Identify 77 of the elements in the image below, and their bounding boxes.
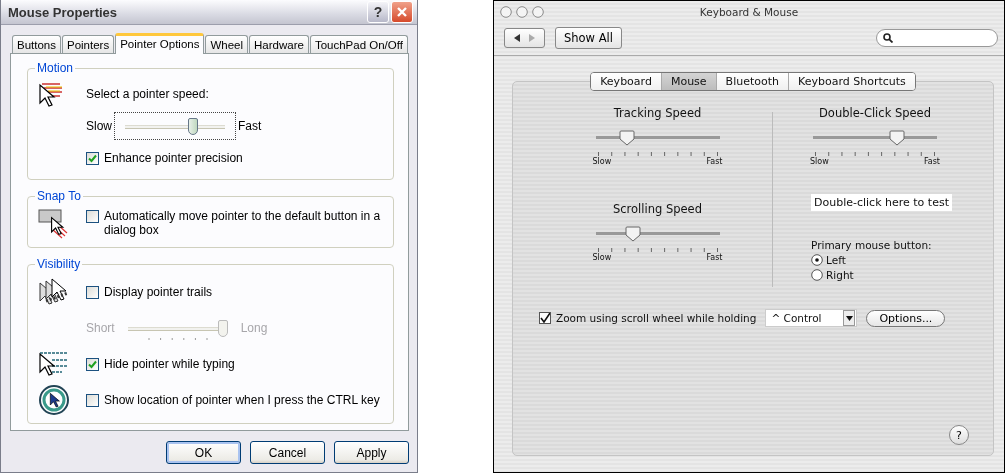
dialog-button[interactable]: Cancel [250,441,325,464]
checkbox-label: Display pointer trails [104,285,213,299]
field-label: Select a pointer speed: [86,87,209,101]
tab[interactable]: Hardware [249,35,309,53]
slider-label: Slow [810,157,829,166]
field-label: Primary mouse button: [811,239,932,251]
slider-thumb[interactable] [889,130,906,146]
checkbox[interactable] [86,358,99,371]
slider-thumb[interactable] [618,130,635,146]
slider-thumb[interactable] [624,226,641,242]
tab[interactable]: TouchPad On/Off [309,35,408,53]
dialog-button[interactable]: Apply [334,441,409,464]
show-all-button[interactable]: Show All [555,27,622,49]
checkbox[interactable] [86,210,99,223]
search-field[interactable] [876,29,998,47]
slider-label: Fast [238,119,262,133]
radio-label: Left [826,254,846,266]
test-area[interactable]: Double-click here to test [811,194,952,211]
checkbox-label: Show location of pointer when I press the CTRL key [104,393,380,407]
slider-label: Slow [592,157,612,166]
pointer-locator-icon [38,384,70,416]
group-label: Visibility [35,257,83,271]
check-icon [540,313,550,323]
slider-label: Tracking Speed [613,106,702,120]
slider-thumb[interactable] [188,117,198,135]
radio-button[interactable] [811,269,823,281]
close-icon [396,6,408,18]
checkbox-label: Automatically move pointer to the default button in a dialog box [104,209,382,237]
help-button[interactable]: ? [367,1,389,23]
group-label: Snap To [35,189,83,203]
tab[interactable]: Keyboard [591,73,661,90]
slider-label: Short [86,321,115,335]
slider-label: Fast [923,157,940,166]
dialog-button[interactable]: OK [166,441,241,464]
window-control-icon [516,6,528,18]
tab[interactable]: Wheel [205,35,249,53]
slider-label: Slow [86,119,112,133]
window-control-icon [532,6,544,18]
tab[interactable]: Keyboard Shortcuts [788,73,915,90]
checkbox[interactable] [86,394,99,407]
tab[interactable]: Mouse [660,73,716,90]
search-icon [883,33,893,43]
forward-icon [528,34,536,42]
checkbox-label: Hide pointer while typing [104,357,235,371]
slider-label: Slow [592,253,612,262]
radio-label: Right [826,269,854,281]
slider[interactable] [114,112,236,140]
check-icon [88,360,97,369]
tab[interactable]: Pointer Options [115,33,205,54]
navigation-buttons[interactable] [504,28,545,48]
checkbox[interactable] [86,152,99,165]
slider-label: Fast [706,253,723,262]
slider-label: Double-Click Speed [819,106,931,120]
slider-label: Fast [706,157,723,166]
checkbox[interactable] [86,286,99,299]
tab[interactable]: Buttons [12,35,61,53]
group-label: Motion [35,61,76,75]
window-title: Keyboard & Mouse [699,6,799,18]
window-title: Mouse Properties [8,4,118,20]
tab[interactable]: Bluetooth [715,73,788,90]
dropdown-arrow-icon [845,315,853,321]
back-icon [513,34,521,42]
snap-pointer-icon [38,207,70,239]
checkbox-label: Enhance pointer precision [104,151,243,165]
slider-label: Scrolling Speed [613,202,702,216]
window-control-icon [500,6,512,18]
checkbox-label: Zoom using scroll wheel while holding [556,312,757,324]
tab[interactable]: Pointers [62,35,115,53]
radio-button[interactable] [811,254,823,266]
help-button[interactable]: ? [949,425,969,445]
hidden-pointer-icon [38,350,70,378]
close-button[interactable] [391,1,413,23]
check-icon [88,154,97,163]
slider-label: Long [240,321,268,335]
options-button[interactable]: Options... [866,309,946,327]
checkbox[interactable] [539,312,551,324]
modifier-dropdown[interactable]: ^ Control [765,309,858,327]
